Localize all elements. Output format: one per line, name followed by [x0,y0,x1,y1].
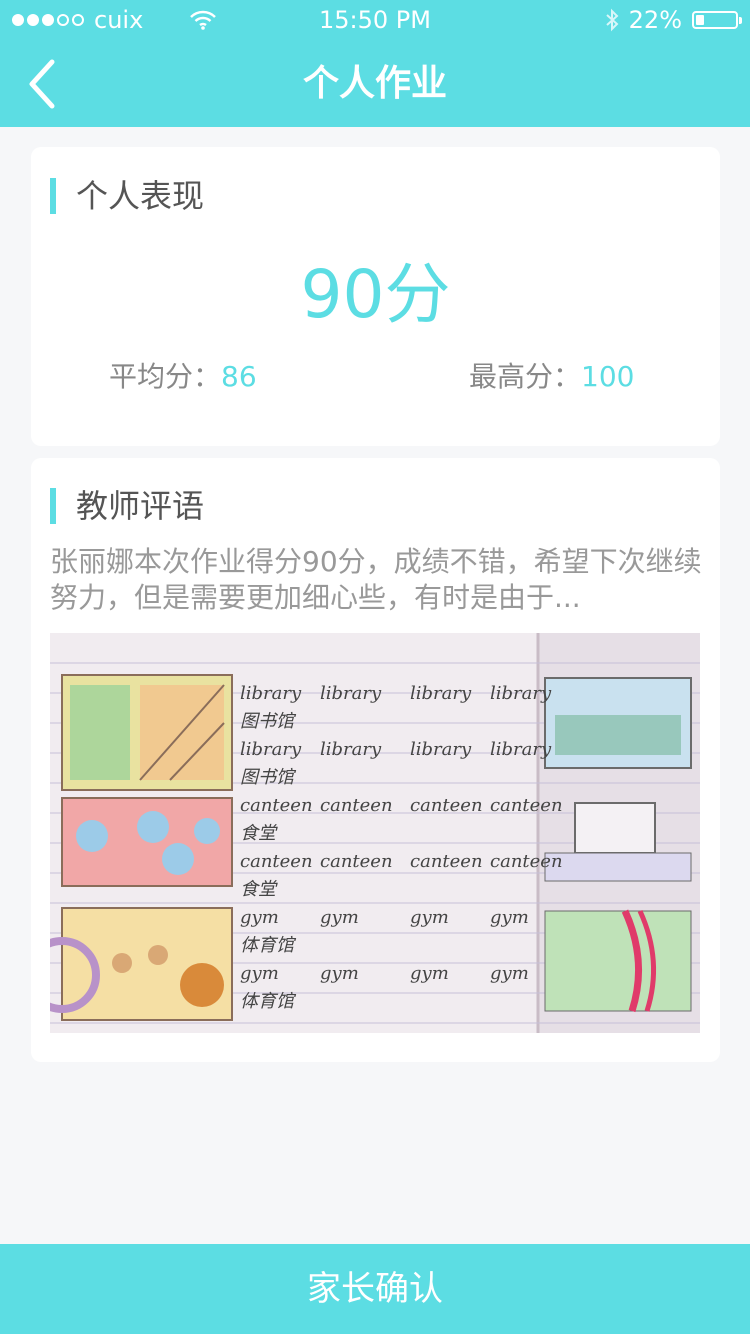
homework-word: canteen [320,795,393,816]
homework-word: library [320,683,382,704]
homework-word: gym [240,907,279,928]
max-score-value: 100 [581,360,635,393]
homework-word: canteen [320,851,393,872]
homework-word: gym [320,963,359,984]
section-accent-bar [50,488,56,524]
homework-word: gym [320,907,359,928]
performance-card: 个人表现 90分 平均分：86 最高分：100 [31,147,720,446]
homework-word: library [240,683,302,704]
homework-word: canteen [240,851,313,872]
homework-word: canteen [410,795,483,816]
teacher-comment-text: 张丽娜本次作业得分90分，成绩不错，希望下次继续努力，但是需要更加细心些，有时是… [50,545,702,614]
status-bar: cuix 15:50 PM 22% [0,0,750,40]
page-title: 个人作业 [302,63,447,104]
homework-word: gym [410,907,449,928]
homework-word: library [490,683,552,704]
homework-word: library [240,739,302,760]
nav-bar: 个人作业 [0,40,750,127]
homework-word: library [410,683,472,704]
homework-word: canteen [490,795,563,816]
homework-photo-drawing: library library library library 图书馆 library li… [50,633,700,1033]
average-score-label: 平均分： [109,360,222,393]
comment-section-header: 教师评语 [50,486,204,526]
homework-word: 体育馆 [240,991,297,1012]
status-right: 22% [605,0,742,40]
comment-section-title: 教师评语 [76,487,205,525]
max-score-label: 最高分： [469,360,582,393]
max-score: 最高分：100 [469,357,634,397]
homework-word: canteen [490,851,563,872]
homework-word: 图书馆 [240,711,297,732]
homework-word: 体育馆 [240,935,297,956]
performance-section-title: 个人表现 [76,177,205,215]
section-accent-bar [50,178,56,214]
app-header: cuix 15:50 PM 22% 个人作业 [0,0,750,127]
homework-word: gym [490,963,529,984]
homework-word: library [410,739,472,760]
teacher-comment-card: 教师评语 张丽娜本次作业得分90分，成绩不错，希望下次继续努力，但是需要更加细心… [31,458,720,1062]
homework-photo[interactable]: library library library library 图书馆 library li… [50,633,700,1033]
performance-section-header: 个人表现 [50,176,204,216]
homework-word: canteen [410,851,483,872]
homework-word: 食堂 [240,879,278,900]
average-score: 平均分：86 [109,357,257,397]
homework-word: 食堂 [240,823,278,844]
average-score-value: 86 [221,360,257,393]
homework-word: library [320,739,382,760]
battery-level [696,15,705,25]
homework-word: 图书馆 [240,767,297,788]
homework-word: gym [240,963,279,984]
battery-percent: 22% [628,6,682,34]
homework-word: gym [410,963,449,984]
bluetooth-icon [605,8,619,32]
score-value: 90分 [300,256,451,333]
homework-word: canteen [240,795,313,816]
homework-word: gym [490,907,529,928]
homework-word: library [490,739,552,760]
parent-confirm-button[interactable]: 家长确认 [0,1244,750,1334]
battery-icon [692,11,742,29]
